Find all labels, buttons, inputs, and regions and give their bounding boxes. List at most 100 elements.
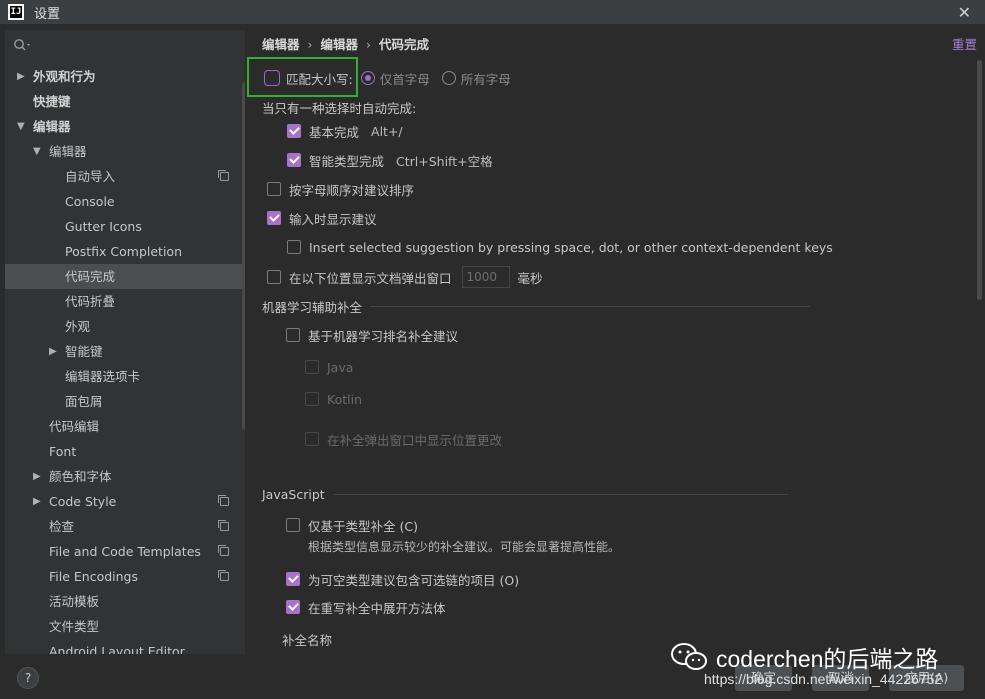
sidebar-item[interactable]: 编辑器选项卡 bbox=[5, 364, 245, 389]
sidebar-item-label: 自动导入 bbox=[65, 169, 116, 184]
sidebar-search[interactable] bbox=[5, 30, 245, 60]
sidebar-item[interactable]: Android Layout Editor bbox=[5, 639, 245, 654]
insert-selected-row: Insert selected suggestion by pressing s… bbox=[287, 237, 833, 257]
expand-right-icon[interactable]: ▶ bbox=[33, 489, 41, 514]
js-type-only-note: 根据类型信息显示较少的补全建议。可能会显著提高性能。 bbox=[308, 540, 621, 554]
project-scope-icon bbox=[218, 570, 229, 581]
sidebar-item[interactable]: ▶ 外观和行为 bbox=[5, 64, 245, 89]
smart-completion-checkbox[interactable] bbox=[287, 153, 301, 167]
sidebar-item[interactable]: 代码完成 bbox=[5, 264, 245, 289]
ml-java-label: Java bbox=[327, 359, 354, 375]
show-on-type-row: 输入时显示建议 bbox=[267, 208, 377, 228]
js-completion-name-label: 补全名称 bbox=[282, 633, 333, 648]
main-scrollbar[interactable] bbox=[977, 60, 982, 300]
doc-popup-delay-input[interactable]: 1000 bbox=[461, 266, 510, 288]
smart-completion-shortcut: Ctrl+Shift+空格 bbox=[396, 153, 493, 169]
sidebar-item-label: Font bbox=[49, 444, 77, 459]
sidebar-item-label: 面包屑 bbox=[65, 394, 103, 409]
radio-all-letters-label: 所有字母 bbox=[460, 71, 511, 87]
expand-right-icon[interactable]: ▶ bbox=[17, 64, 25, 89]
sidebar-item[interactable]: ▼ 编辑器 bbox=[5, 114, 245, 139]
expand-down-icon[interactable]: ▼ bbox=[17, 114, 25, 139]
ml-show-pos-checkbox[interactable] bbox=[305, 432, 319, 446]
help-button[interactable]: ? bbox=[17, 667, 39, 689]
sidebar-item[interactable]: ▶ 颜色和字体 bbox=[5, 464, 245, 489]
section-divider bbox=[332, 494, 788, 495]
sidebar-item-label: File and Code Templates bbox=[49, 544, 201, 559]
sidebar-item[interactable]: 检查 bbox=[5, 514, 245, 539]
ml-rank-checkbox[interactable] bbox=[286, 328, 300, 342]
reset-link[interactable]: 重置 bbox=[952, 34, 977, 53]
sidebar-item-label: File Encodings bbox=[49, 569, 139, 584]
show-on-type-checkbox[interactable] bbox=[267, 211, 281, 225]
match-case-checkbox[interactable] bbox=[264, 70, 280, 86]
expand-right-icon[interactable]: ▶ bbox=[33, 464, 41, 489]
doc-popup-checkbox[interactable] bbox=[267, 270, 281, 284]
sidebar-item[interactable]: ▶ 智能键 bbox=[5, 339, 245, 364]
sort-alpha-checkbox[interactable] bbox=[267, 182, 281, 196]
insert-selected-label: Insert selected suggestion by pressing s… bbox=[309, 239, 833, 255]
sidebar-item[interactable]: 文件类型 bbox=[5, 614, 245, 639]
breadcrumb: 编辑器 › 编辑器 › 代码完成 bbox=[262, 34, 429, 53]
sidebar-item-label: 代码编辑 bbox=[49, 419, 100, 434]
sidebar-item-label: Gutter Icons bbox=[65, 219, 142, 234]
breadcrumb-current: 代码完成 bbox=[379, 37, 430, 52]
sidebar-item-label: 编辑器选项卡 bbox=[65, 369, 141, 384]
sort-alpha-row: 按字母顺序对建议排序 bbox=[267, 179, 414, 199]
js-expand-label: 在重写补全中展开方法体 bbox=[308, 600, 446, 616]
sidebar-item[interactable]: 代码编辑 bbox=[5, 414, 245, 439]
sidebar-item-label: 编辑器 bbox=[33, 119, 71, 134]
ml-section-header: 机器学习辅助补全 bbox=[262, 297, 811, 316]
js-expand-row: 在重写补全中展开方法体 bbox=[286, 597, 446, 617]
sidebar-item[interactable]: ▶ Code Style bbox=[5, 489, 245, 514]
doc-popup-label: 在以下位置显示文档弹出窗口 bbox=[289, 270, 452, 286]
ml-java-row: Java bbox=[305, 357, 353, 377]
radio-first-letter-label: 仅首字母 bbox=[379, 71, 430, 87]
breadcrumb-part[interactable]: 编辑器 bbox=[262, 37, 300, 52]
ml-rank-row: 基于机器学习排名补全建议 bbox=[286, 325, 458, 345]
match-case-row: 匹配大小写: 仅首字母 所有字母 bbox=[264, 68, 511, 88]
sidebar-item-label: 快捷键 bbox=[33, 94, 71, 109]
js-section-header: JavaScript bbox=[262, 487, 788, 502]
breadcrumb-part[interactable]: 编辑器 bbox=[321, 37, 359, 52]
sidebar-item[interactable]: Postfix Completion bbox=[5, 239, 245, 264]
sidebar-item[interactable]: 代码折叠 bbox=[5, 289, 245, 314]
js-nullable-checkbox[interactable] bbox=[286, 572, 300, 586]
sidebar-item[interactable]: 活动模板 bbox=[5, 589, 245, 614]
basic-completion-label: 基本完成 bbox=[309, 124, 360, 140]
radio-all-letters[interactable] bbox=[441, 71, 456, 85]
sidebar-item[interactable]: 面包屑 bbox=[5, 389, 245, 414]
js-expand-checkbox[interactable] bbox=[286, 600, 300, 614]
expand-down-icon[interactable]: ▼ bbox=[33, 139, 41, 164]
ml-java-checkbox[interactable] bbox=[305, 360, 319, 374]
intellij-logo-icon: IJ bbox=[8, 4, 24, 20]
sidebar-item[interactable]: Font bbox=[5, 439, 245, 464]
basic-completion-checkbox[interactable] bbox=[287, 124, 301, 138]
radio-first-letter[interactable] bbox=[360, 71, 375, 85]
sidebar-item[interactable]: Gutter Icons bbox=[5, 214, 245, 239]
smart-completion-row: 智能类型完成 Ctrl+Shift+空格 bbox=[287, 150, 493, 170]
sidebar-item-label: 外观和行为 bbox=[33, 69, 96, 84]
ml-rank-label: 基于机器学习排名补全建议 bbox=[308, 328, 459, 344]
ml-kotlin-checkbox[interactable] bbox=[305, 392, 319, 406]
js-type-only-checkbox[interactable] bbox=[286, 518, 300, 532]
sidebar-item[interactable]: 快捷键 bbox=[5, 89, 245, 114]
ml-show-pos-label: 在补全弹出窗口中显示位置更改 bbox=[327, 432, 503, 448]
expand-right-icon[interactable]: ▶ bbox=[49, 339, 57, 364]
title-bar: IJ 设置 ✕ bbox=[0, 0, 985, 24]
ml-kotlin-label: Kotlin bbox=[327, 391, 362, 407]
sidebar-item[interactable]: Console bbox=[5, 189, 245, 214]
insert-selected-checkbox[interactable] bbox=[287, 240, 301, 254]
watermark: coderchen的后端之路 bbox=[670, 640, 938, 674]
sidebar-item[interactable]: 自动导入 bbox=[5, 164, 245, 189]
sidebar-item[interactable]: 外观 bbox=[5, 314, 245, 339]
sidebar-item[interactable]: ▼ 编辑器 bbox=[5, 139, 245, 164]
close-icon[interactable]: ✕ bbox=[958, 3, 971, 22]
js-nullable-label: 为可空类型建议包含可选链的项目 (O) bbox=[308, 572, 520, 588]
sidebar-item-label: 颜色和字体 bbox=[49, 469, 112, 484]
sidebar-item[interactable]: File Encodings bbox=[5, 564, 245, 589]
sidebar-item[interactable]: File and Code Templates bbox=[5, 539, 245, 564]
sidebar-item-label: 活动模板 bbox=[49, 594, 100, 609]
sidebar-item-label: 检查 bbox=[49, 519, 75, 534]
sidebar-scrollbar[interactable] bbox=[242, 82, 245, 430]
